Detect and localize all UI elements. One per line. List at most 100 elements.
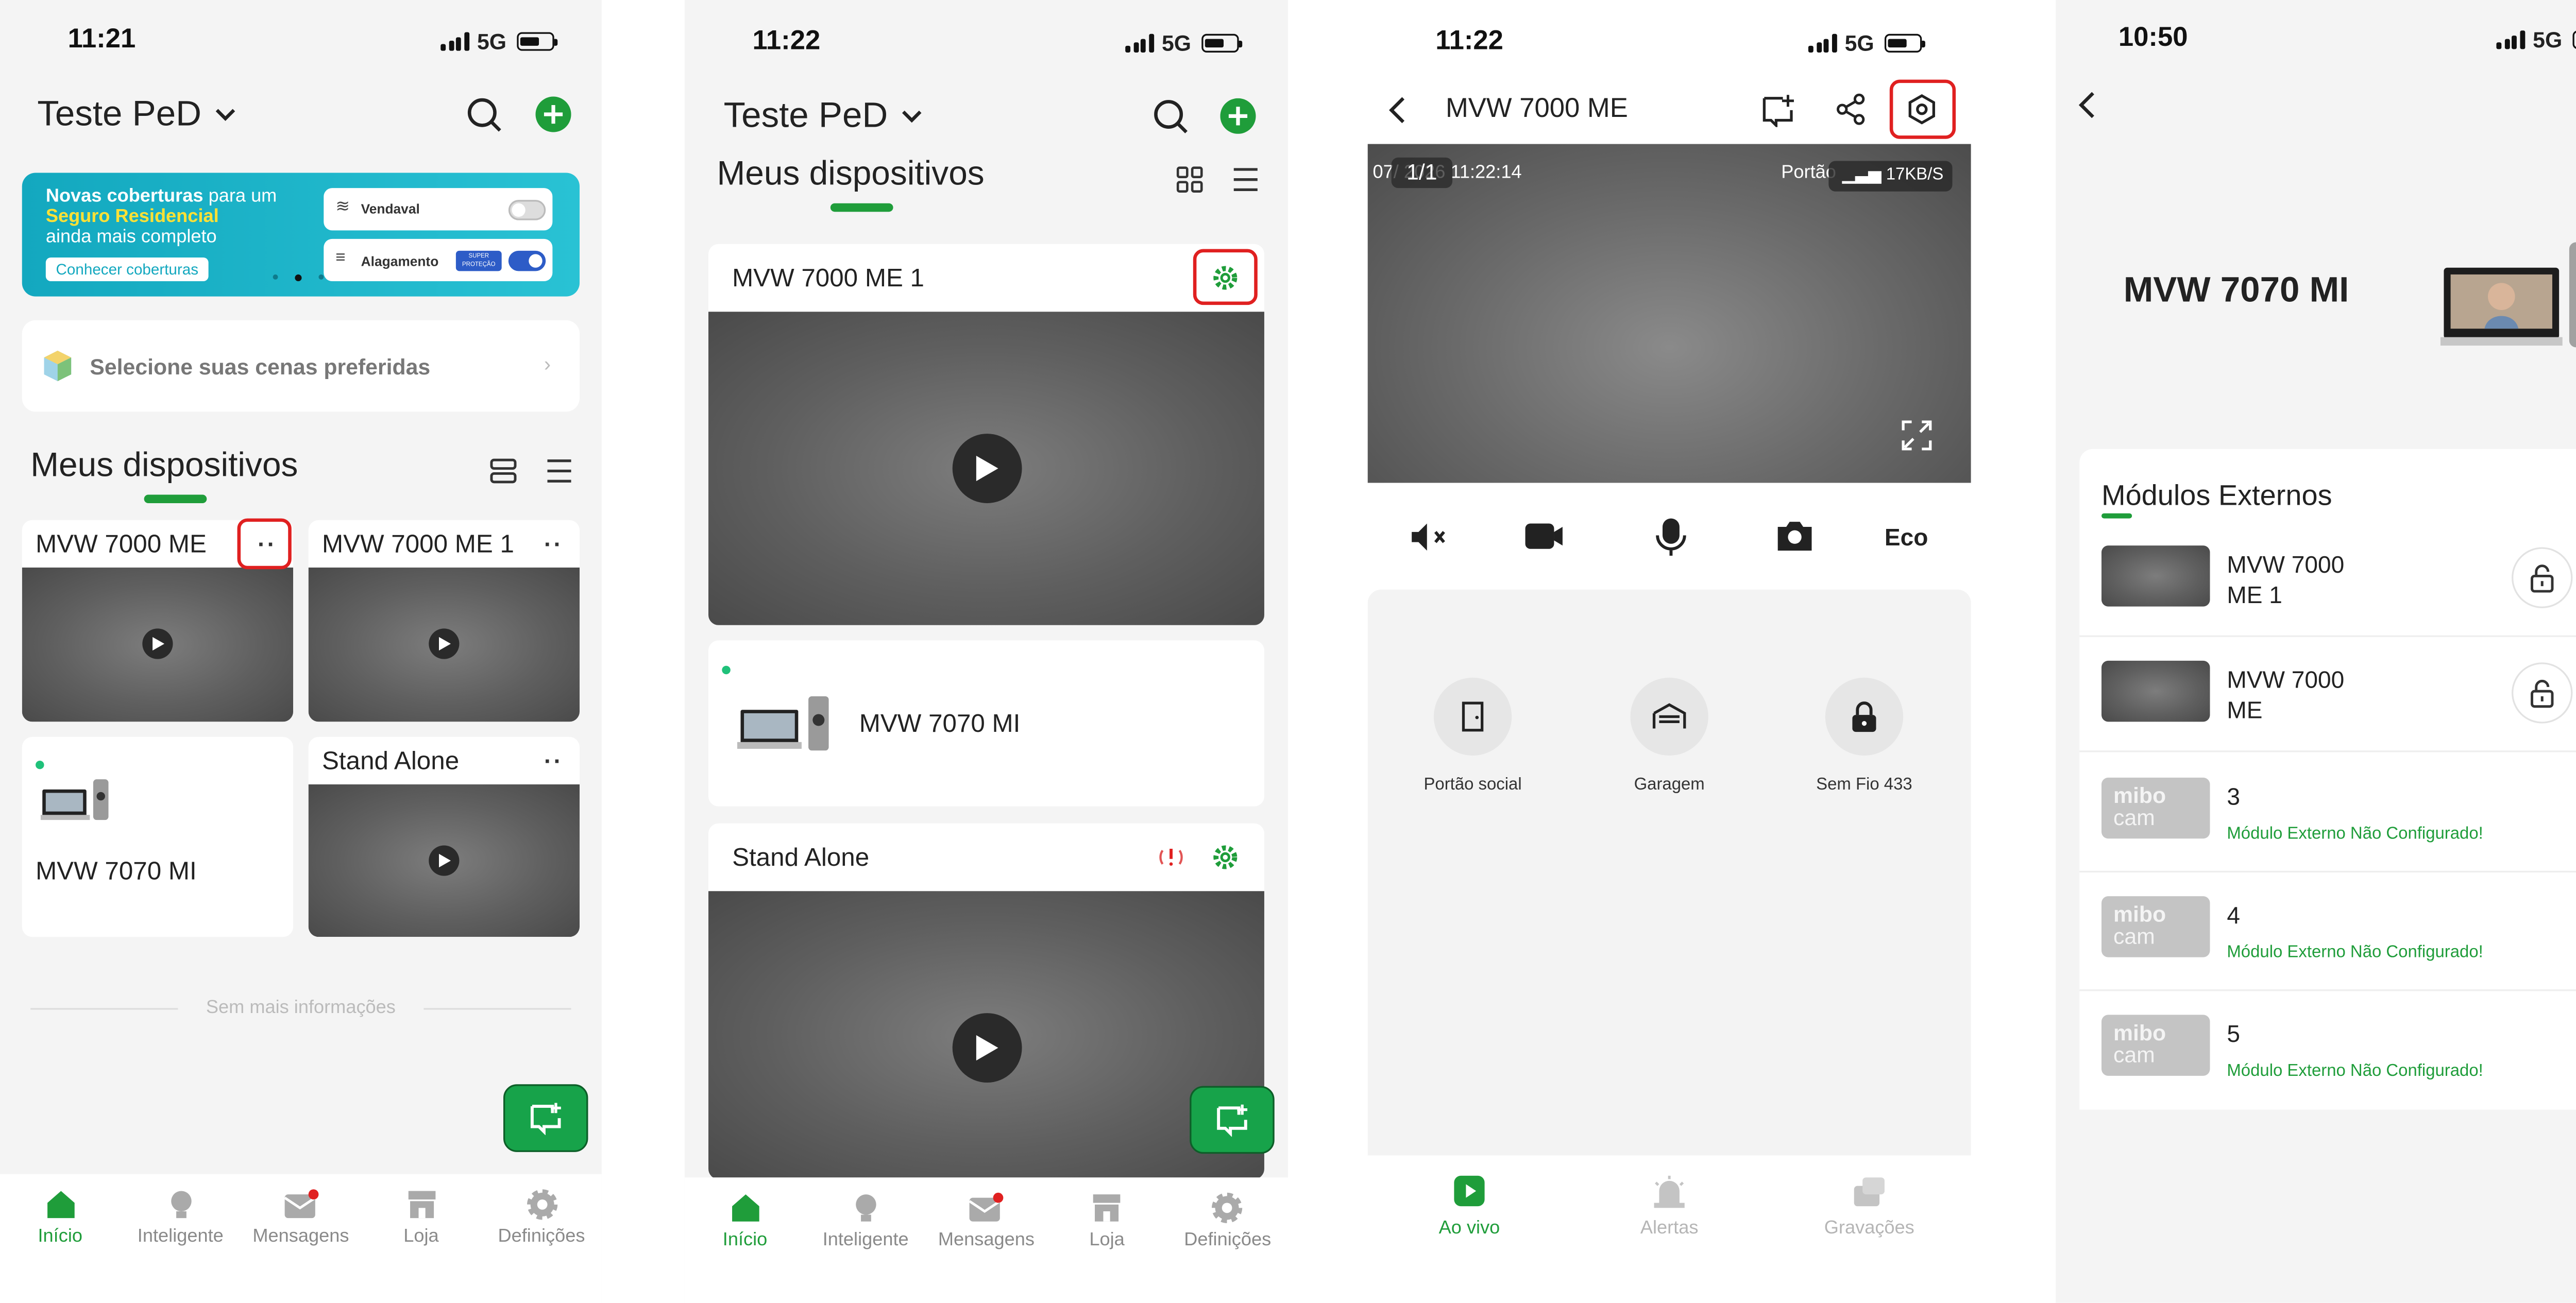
device-row-mvw7070mi[interactable]: MVW 7070 MI — [708, 640, 1264, 807]
play-icon[interactable] — [952, 434, 1022, 503]
camera-snapshot-icon[interactable] — [1776, 519, 1813, 553]
ai-assistant-button[interactable] — [503, 1084, 588, 1152]
module-status: Módulo Externo Não Configurado! — [2227, 1062, 2483, 1081]
highlight-more-options — [237, 518, 292, 570]
device-card-mvw7000me1[interactable]: MVW 7000 ME 1 ·· — [308, 520, 580, 722]
module-name-line2: ME 1 — [2227, 581, 2282, 608]
banner-cta-button[interactable]: Conhecer coberturas — [45, 258, 209, 282]
more-options-icon[interactable]: ·· — [544, 747, 563, 775]
logo-text-sub: cam — [2113, 804, 2155, 830]
action-garagem[interactable]: Garagem — [1602, 677, 1737, 795]
record-video-icon[interactable] — [1523, 522, 1564, 551]
bulb-icon — [170, 1191, 191, 1219]
device-card-mvw7070mi[interactable]: MVW 7070 MI — [22, 736, 294, 937]
bulb-icon — [855, 1194, 876, 1222]
tab-loja[interactable]: Loja — [361, 1188, 482, 1303]
toggle-vendaval — [508, 200, 546, 220]
insurance-banner[interactable]: Novas coberturas para um Seguro Residenc… — [22, 173, 580, 297]
super-protecao-badge: SUPER PROTEÇÃO — [455, 250, 502, 271]
device-card-standalone[interactable]: Stand Alone ·· — [308, 736, 580, 937]
more-options-icon[interactable]: ·· — [544, 530, 563, 558]
home-selector[interactable]: Teste PeD — [37, 95, 235, 135]
logo-text: mibo — [2113, 1020, 2166, 1045]
screen-home-list: 11:22 5G Teste PeD Meus dispositivos MVW… — [684, 0, 1289, 1303]
banner-line1: para um — [203, 186, 277, 207]
tab-inicio[interactable]: Início — [0, 1188, 121, 1303]
device-name: MVW 7000 ME 1 — [732, 264, 925, 294]
view-grid-icon[interactable] — [1176, 166, 1204, 193]
battery-icon — [1884, 33, 1926, 53]
alert-signal-icon — [1159, 849, 1183, 866]
chevron-down-icon — [902, 110, 922, 123]
speed-indicator: ▁▃▅ 17KB/S — [1828, 161, 1953, 192]
ai-assistant-button[interactable] — [1190, 1086, 1275, 1154]
logo-text: mibo — [2113, 782, 2166, 809]
wind-icon: ≋ — [335, 198, 350, 217]
eco-mode-button[interactable]: Eco — [1885, 523, 1928, 551]
play-icon[interactable] — [429, 845, 460, 876]
unlock-button[interactable] — [2512, 662, 2573, 724]
module-row-3[interactable]: mibo cam 3 Módulo Externo Não Configurado… — [2079, 754, 2576, 873]
unlock-button[interactable] — [2512, 547, 2573, 608]
ai-chat-icon[interactable] — [1759, 92, 1797, 127]
section-title: Meus dispositivos — [30, 447, 298, 485]
action-label: Sem Fio 433 — [1816, 776, 1912, 795]
device-name: Stand Alone — [322, 747, 460, 776]
home-title: Teste PeD — [723, 96, 888, 136]
tab-label: Início — [722, 1230, 768, 1250]
scenes-card[interactable]: Selecione suas cenas preferidas › — [22, 320, 580, 412]
home-selector[interactable]: Teste PeD — [724, 97, 922, 138]
gate-actions-panel: Portão social Garagem Sem Fio 433 — [1367, 589, 1971, 1156]
module-row-2[interactable]: MVW 7000 ME › — [2079, 637, 2576, 752]
tab-alertas[interactable]: Alertas — [1602, 1174, 1737, 1239]
tab-mensagens[interactable]: Mensagens — [926, 1191, 1046, 1303]
search-icon[interactable] — [1153, 98, 1190, 135]
tab-ao-vivo[interactable]: Ao vivo — [1401, 1174, 1537, 1239]
module-row-1[interactable]: MVW 7000 ME 1 › — [2079, 522, 2576, 637]
video-intercom-image — [737, 696, 829, 751]
tab-loja[interactable]: Loja — [1046, 1191, 1167, 1303]
module-row-4[interactable]: mibo cam 4 Módulo Externo Não Configurado… — [2079, 872, 2576, 991]
tab-mensagens[interactable]: Mensagens — [241, 1188, 361, 1303]
module-thumbnail — [2101, 545, 2210, 607]
fullscreen-icon[interactable] — [1900, 419, 1934, 453]
battery-icon — [2572, 30, 2576, 49]
tab-definicoes[interactable]: Definições — [1167, 1191, 1288, 1303]
modules-panel: Módulos Externos MVW 7000 ME 1 › MVW 700… — [2079, 449, 2576, 1110]
recordings-icon — [1854, 1177, 1885, 1207]
tab-gravacoes[interactable]: Gravações — [1802, 1174, 1937, 1239]
play-icon[interactable] — [429, 628, 460, 659]
device-row-mvw7000me1[interactable]: MVW 7000 ME 1 — [708, 244, 1264, 625]
gear-icon[interactable] — [1212, 844, 1239, 871]
view-card-icon[interactable] — [490, 457, 517, 485]
add-device-icon[interactable] — [535, 96, 571, 132]
microphone-icon[interactable] — [1654, 517, 1688, 557]
tab-inicio[interactable]: Início — [685, 1191, 805, 1303]
mute-icon[interactable] — [1410, 522, 1451, 552]
battery-icon — [1201, 33, 1243, 53]
video-label: Portão — [1781, 162, 1836, 183]
add-device-icon[interactable] — [1220, 98, 1256, 134]
tab-inteligente[interactable]: Inteligente — [121, 1188, 241, 1303]
tab-definicoes[interactable]: Definições — [481, 1188, 602, 1303]
play-icon[interactable] — [142, 628, 173, 659]
tab-inteligente[interactable]: Inteligente — [805, 1191, 926, 1303]
share-icon[interactable] — [1836, 93, 1866, 126]
device-row-standalone[interactable]: Stand Alone — [708, 823, 1264, 1179]
back-arrow-icon[interactable] — [2076, 90, 2096, 120]
play-icon[interactable] — [952, 1013, 1022, 1083]
device-name: Stand Alone — [732, 844, 870, 873]
module-row-5[interactable]: mibo cam 5 Módulo Externo Não Configurado… — [2079, 991, 2576, 1109]
logo-text-sub: cam — [2113, 1042, 2155, 1068]
action-sem-fio-433[interactable]: Sem Fio 433 — [1797, 677, 1932, 795]
view-list-icon[interactable] — [546, 457, 573, 485]
logo-text: mibo — [2113, 901, 2166, 927]
action-label: Portão social — [1423, 776, 1522, 795]
action-portao-social[interactable]: Portão social — [1405, 677, 1540, 795]
view-list-icon[interactable] — [1232, 166, 1259, 193]
highlight-settings — [1193, 249, 1258, 305]
back-arrow-icon[interactable] — [1386, 95, 1406, 125]
module-number: 4 — [2227, 901, 2241, 929]
search-icon[interactable] — [466, 97, 503, 134]
footer-divider — [423, 1008, 571, 1010]
